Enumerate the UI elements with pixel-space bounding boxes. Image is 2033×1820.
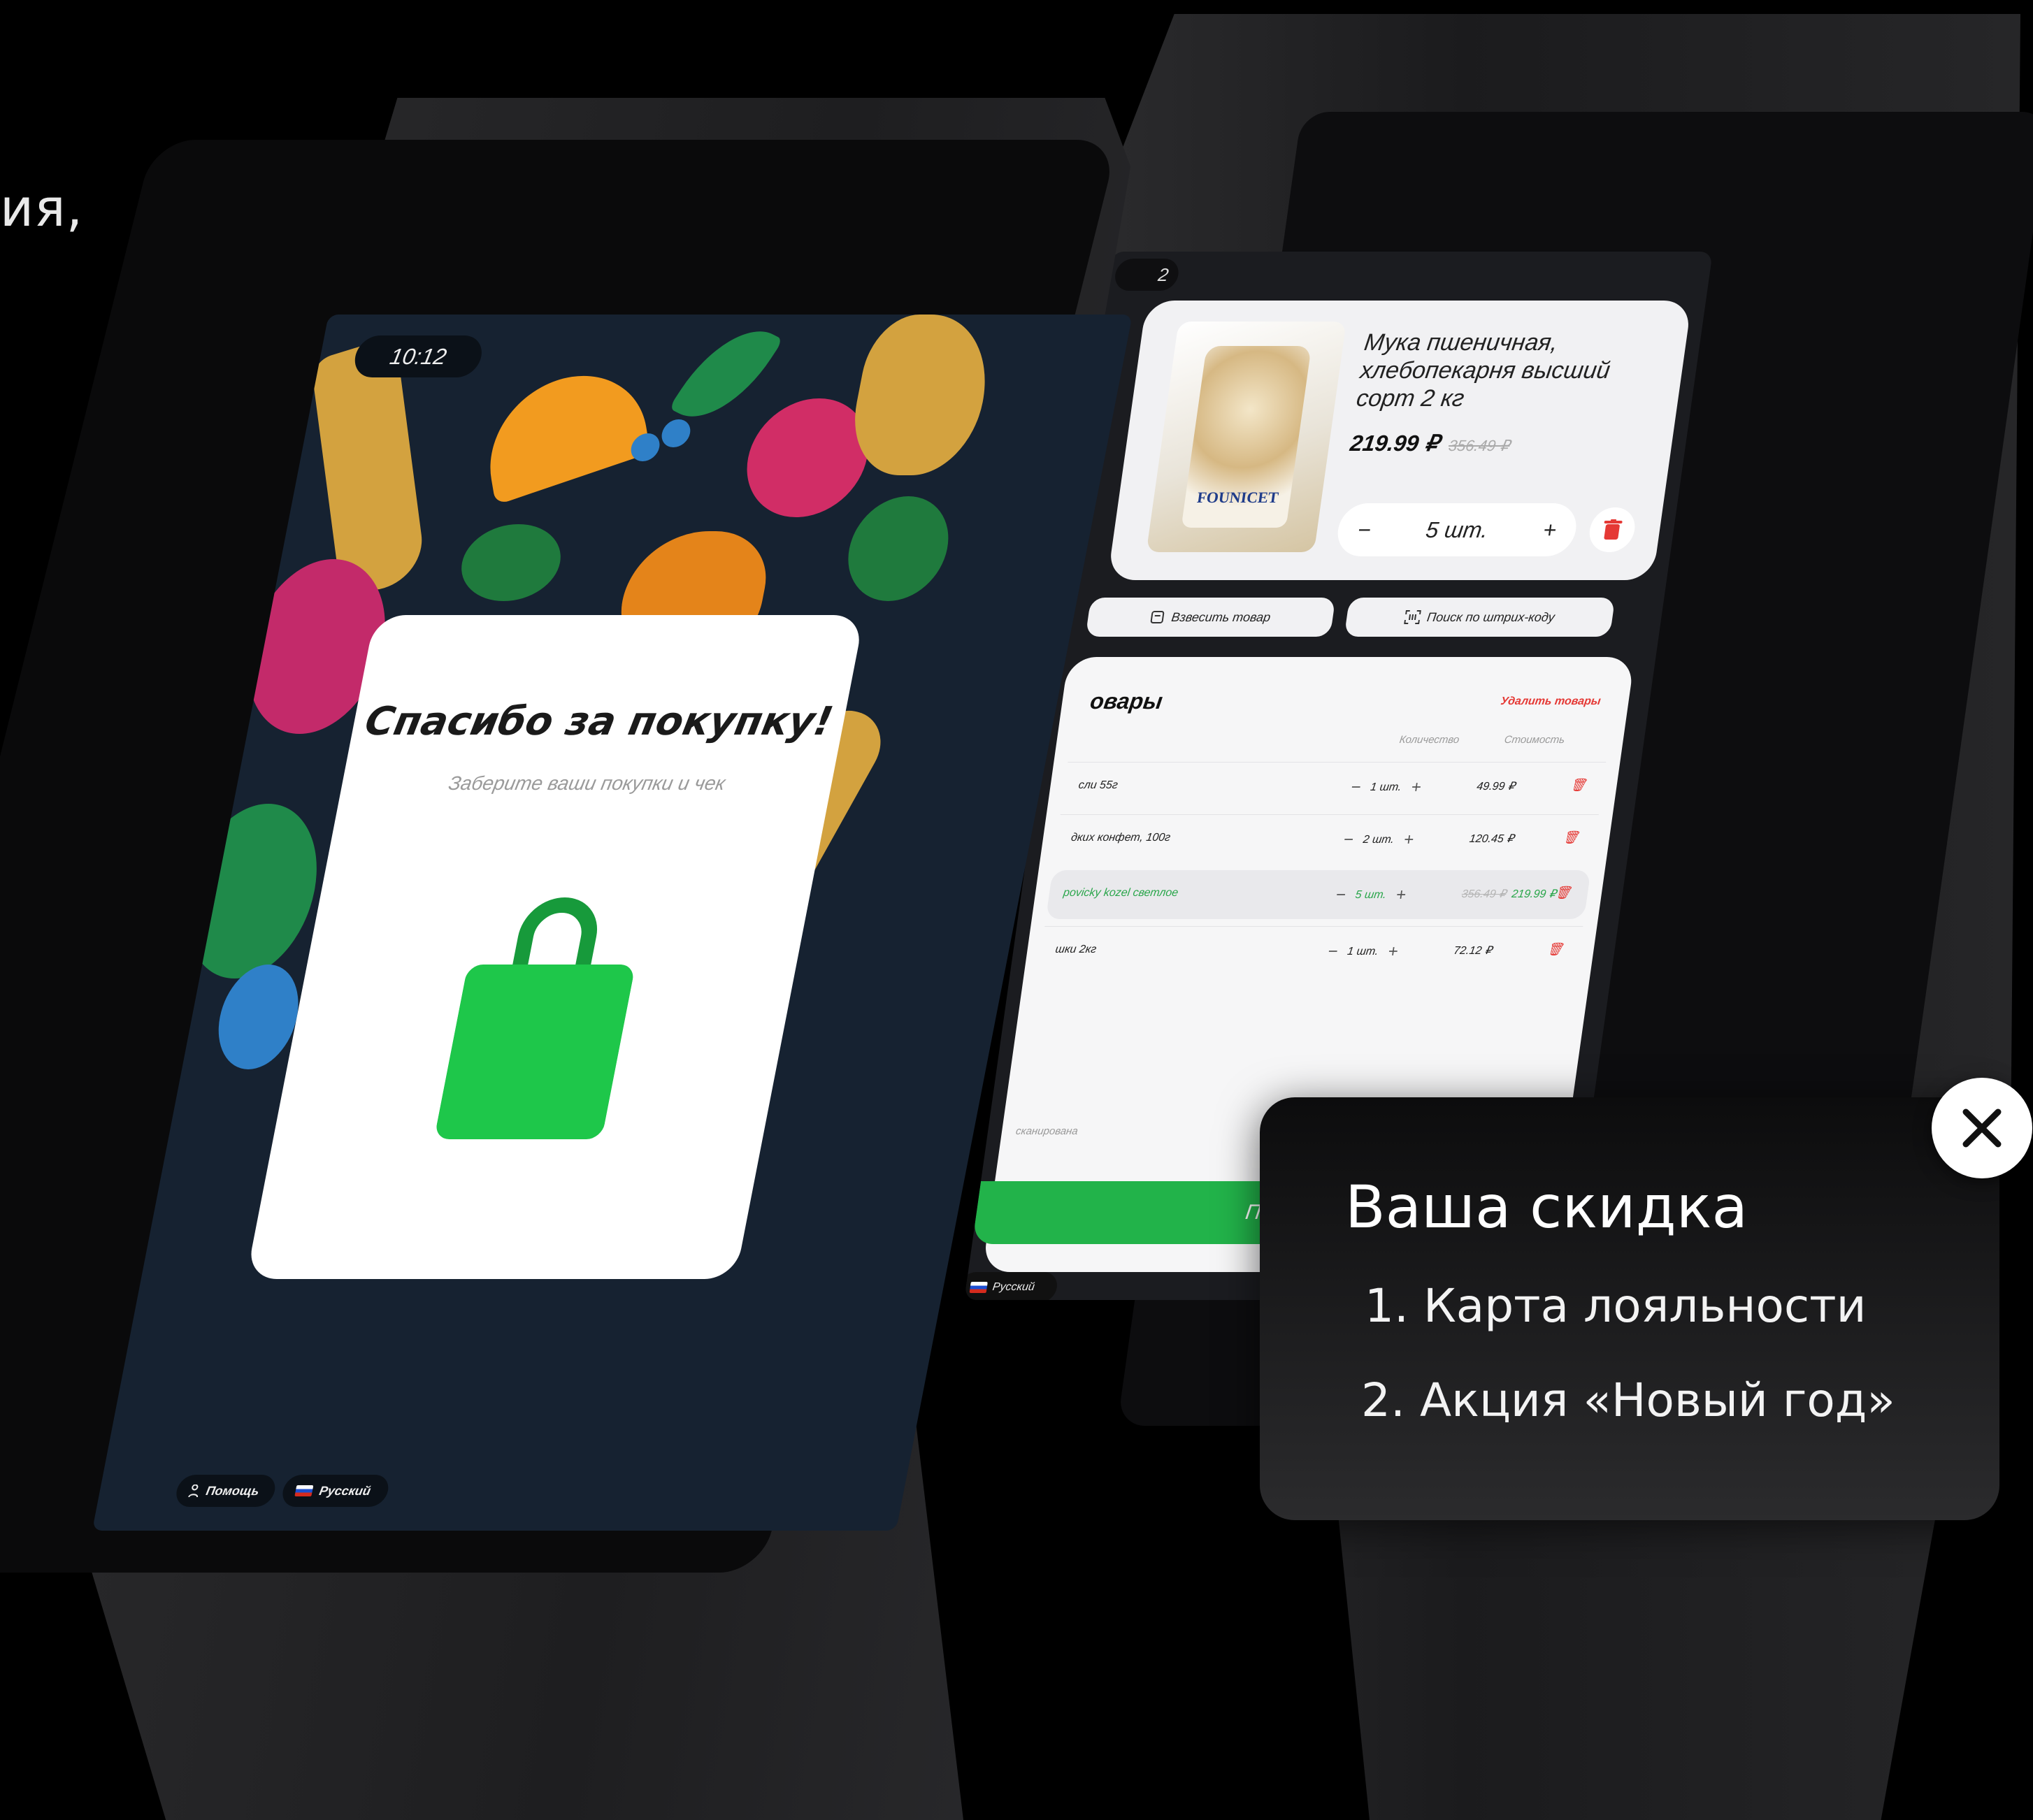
mango-illustration [842,315,1000,475]
product-old-price: 356.49 ₽ [1447,437,1511,454]
orange-slice-illustration [479,354,651,506]
berry-illustration [659,419,693,447]
cart-row-qty: 5 шт. [1354,889,1388,901]
cart-row-stepper: −2 шт. + [1342,830,1415,850]
cart-row-qty: 2 шт. [1362,834,1395,846]
barcode-search-button[interactable]: Поиск по штрих-коду [1344,598,1616,637]
cart-row-stepper: −1 шт. + [1349,778,1422,797]
quantity-minus-button[interactable]: − [1356,517,1373,543]
product-price-row: 219.99 ₽ 356.49 ₽ [1349,430,1512,456]
barcode-icon [1403,610,1421,624]
trash-icon[interactable]: 🗑 [1554,886,1572,900]
cart-row-qty: 1 шт. [1370,781,1402,793]
row-plus-button[interactable]: + [1386,942,1400,962]
leaf-illustration [668,315,784,435]
cart-row-cost: 120.45 ₽ [1469,832,1515,846]
trash-icon[interactable]: 🗑 [1569,778,1588,793]
language-label: Русский [318,1483,373,1498]
row-plus-button[interactable]: + [1409,778,1423,797]
product-price: 219.99 ₽ [1348,431,1442,456]
broccoli-illustration [454,524,568,601]
trash-icon[interactable]: 🗑 [1546,942,1564,957]
close-icon [1962,1108,2002,1148]
delete-product-button[interactable] [1586,507,1638,552]
discount-item: 2. Акция «Новый год» [1361,1373,1895,1427]
product-name: Мука пшеничная, хлебопекарня высший сорт… [1354,329,1612,412]
cart-row-qty: 1 шт. [1346,946,1379,958]
row-plus-button[interactable]: + [1395,886,1407,905]
cart-row-old-price: 356.49 ₽ [1460,888,1507,900]
cart-row-cost: 356.49 ₽ 219.99 ₽ [1460,887,1558,901]
cart-row-price: 49.99 ₽ [1476,781,1516,793]
time-pill: 10:12 [351,335,486,377]
quantity-stepper: − 5 шт. + [1334,503,1580,556]
quantity-plus-button[interactable]: + [1542,517,1558,543]
delete-all-button[interactable]: Удалить товары [1500,695,1601,708]
discount-title: Ваша скидка [1345,1173,1748,1241]
trash-icon [1604,519,1623,540]
trash-icon[interactable]: 🗑 [1562,830,1580,845]
cart-row-price: 72.12 ₽ [1453,945,1493,957]
column-header-cost: Стоимость [1503,734,1566,746]
quantity-value: 5 шт. [1424,517,1490,542]
thanks-subtitle: Заберите ваши покупки и чек [447,772,728,794]
column-header-quantity: Количество [1398,734,1460,746]
barcode-search-label: Поиск по штрих-коду [1425,609,1556,624]
cart-row-price: 120.45 ₽ [1468,833,1515,845]
discount-popup: Ваша скидка 1. Карта лояльности 2. Акция… [1260,1097,1999,1520]
help-button[interactable]: Помощь [173,1475,278,1507]
row-plus-button[interactable]: + [1402,830,1415,850]
shopping-bag-icon [436,897,633,1139]
row-minus-button[interactable]: − [1349,778,1362,797]
language-button[interactable]: Русский [280,1475,391,1507]
cart-row-cost: 49.99 ₽ [1476,779,1516,793]
discount-item: 1. Карта лояльности [1365,1279,1867,1333]
help-label: Помощь [205,1483,261,1498]
flag-ru-icon [294,1485,314,1496]
cart-row-price: 219.99 ₽ [1511,888,1558,900]
thanks-title: Спасибо за покупку! [361,699,837,744]
person-icon [188,1485,199,1497]
close-button[interactable] [1932,1078,2032,1178]
lime-illustration [839,496,958,601]
cart-row-cost: 72.12 ₽ [1453,944,1493,958]
